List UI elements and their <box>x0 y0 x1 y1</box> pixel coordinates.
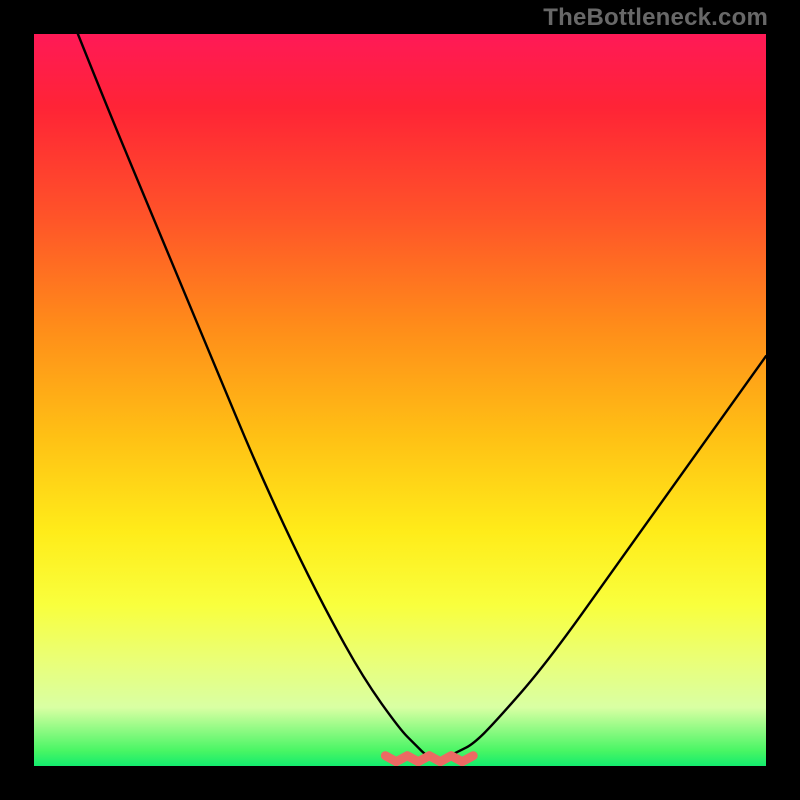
curve-layer <box>34 34 766 766</box>
chart-frame: TheBottleneck.com <box>0 0 800 800</box>
curve-highlight-segment <box>385 756 473 762</box>
watermark-text: TheBottleneck.com <box>543 4 768 32</box>
bottleneck-curve <box>78 34 766 762</box>
curve-path <box>78 34 766 759</box>
plot-area <box>34 34 766 766</box>
